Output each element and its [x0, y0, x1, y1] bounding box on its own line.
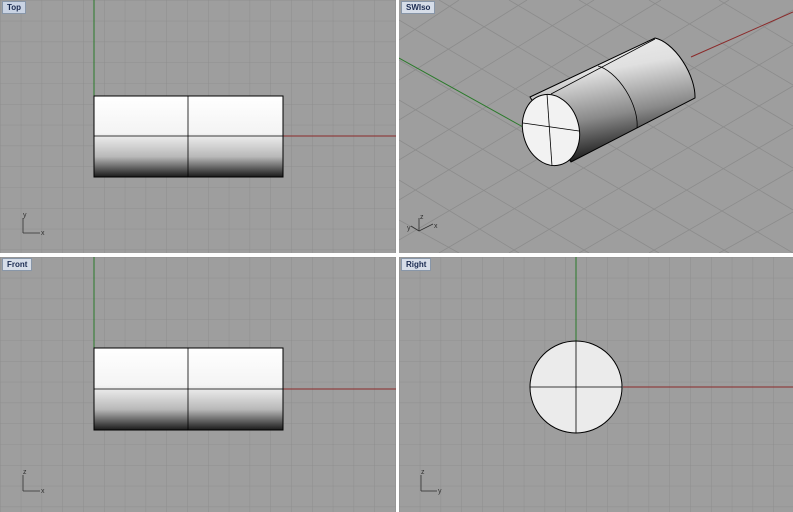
viewport-right-canvas[interactable]: y z [399, 257, 793, 512]
viewport-top[interactable]: x y Top [0, 0, 396, 253]
axis-icon: x y z [407, 214, 438, 232]
cylinder-object[interactable] [515, 37, 696, 172]
axis-label-z: z [420, 214, 424, 221]
axis-label-y: y [407, 225, 411, 232]
axis-label-z: z [421, 469, 425, 476]
axis-label-y: y [438, 488, 442, 495]
viewport-swiso-canvas[interactable]: x y z [399, 0, 793, 253]
cylinder-object[interactable] [93, 95, 284, 178]
cylinder-end-object[interactable] [529, 340, 623, 434]
viewport-title-right[interactable]: Right [401, 258, 432, 271]
axis-label-y: y [23, 212, 27, 219]
viewport-title-swiso[interactable]: SWIso [401, 1, 436, 14]
viewport-front-canvas[interactable]: x z [0, 257, 396, 512]
y-axis-line [399, 57, 524, 128]
axis-label-x: x [434, 223, 438, 230]
viewport-top-canvas[interactable]: x y [0, 0, 396, 253]
axis-label-z: z [23, 469, 27, 476]
axis-label-x: x [41, 230, 45, 237]
viewport-right[interactable]: y z Right [399, 257, 793, 512]
viewport-title-front[interactable]: Front [2, 258, 33, 271]
viewport-swiso[interactable]: x y z SWIso [399, 0, 793, 253]
axis-label-x: x [41, 488, 45, 495]
viewport-front[interactable]: x z Front [0, 257, 396, 512]
cylinder-object[interactable] [93, 347, 284, 431]
viewport-title-top[interactable]: Top [2, 1, 27, 14]
